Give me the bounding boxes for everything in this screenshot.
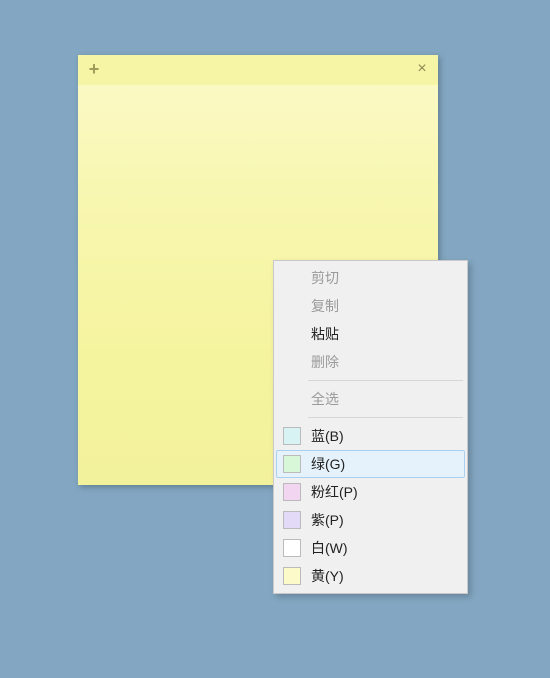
context-menu-item-label: 蓝(B) <box>311 426 344 446</box>
context-menu-color-item[interactable]: 紫(P) <box>276 506 465 534</box>
context-menu-color-item[interactable]: 绿(G) <box>276 450 465 478</box>
context-menu-item-label: 粘贴 <box>311 324 339 344</box>
context-menu-item-label: 复制 <box>311 296 339 316</box>
context-menu-item-label: 全选 <box>311 389 339 409</box>
context-menu-color-item[interactable]: 蓝(B) <box>276 422 465 450</box>
desktop-background: + × 剪切复制粘贴删除全选蓝(B) 绿(G) 粉红(P) 紫(P) 白(W) 黄(Y) <box>0 0 550 678</box>
context-menu-item-label: 删除 <box>311 352 339 372</box>
context-menu-color-item[interactable]: 黄(Y) <box>276 562 465 590</box>
color-swatch-icon <box>283 539 301 557</box>
context-menu-select-all: 全选 <box>276 385 465 413</box>
context-menu-edit-item[interactable]: 粘贴 <box>276 320 465 348</box>
color-swatch-icon <box>283 483 301 501</box>
context-menu-separator <box>308 380 463 381</box>
context-menu-item-label: 粉红(P) <box>311 482 358 502</box>
color-swatch-icon <box>283 427 301 445</box>
context-menu-item-label: 绿(G) <box>311 454 345 474</box>
context-menu-color-item[interactable]: 粉红(P) <box>276 478 465 506</box>
add-note-button[interactable]: + <box>84 59 104 79</box>
color-swatch-icon <box>283 455 301 473</box>
sticky-note-header[interactable]: + × <box>78 55 438 85</box>
context-menu-edit-item: 剪切 <box>276 264 465 292</box>
close-note-button[interactable]: × <box>412 59 432 79</box>
context-menu-item-label: 白(W) <box>311 538 348 558</box>
color-swatch-icon <box>283 511 301 529</box>
context-menu-edit-item: 复制 <box>276 292 465 320</box>
color-swatch-icon <box>283 567 301 585</box>
context-menu-separator <box>308 417 463 418</box>
context-menu-color-item[interactable]: 白(W) <box>276 534 465 562</box>
context-menu: 剪切复制粘贴删除全选蓝(B) 绿(G) 粉红(P) 紫(P) 白(W) 黄(Y) <box>273 260 468 594</box>
context-menu-item-label: 剪切 <box>311 268 339 288</box>
context-menu-edit-item: 删除 <box>276 348 465 376</box>
context-menu-item-label: 黄(Y) <box>311 566 344 586</box>
context-menu-item-label: 紫(P) <box>311 510 344 530</box>
